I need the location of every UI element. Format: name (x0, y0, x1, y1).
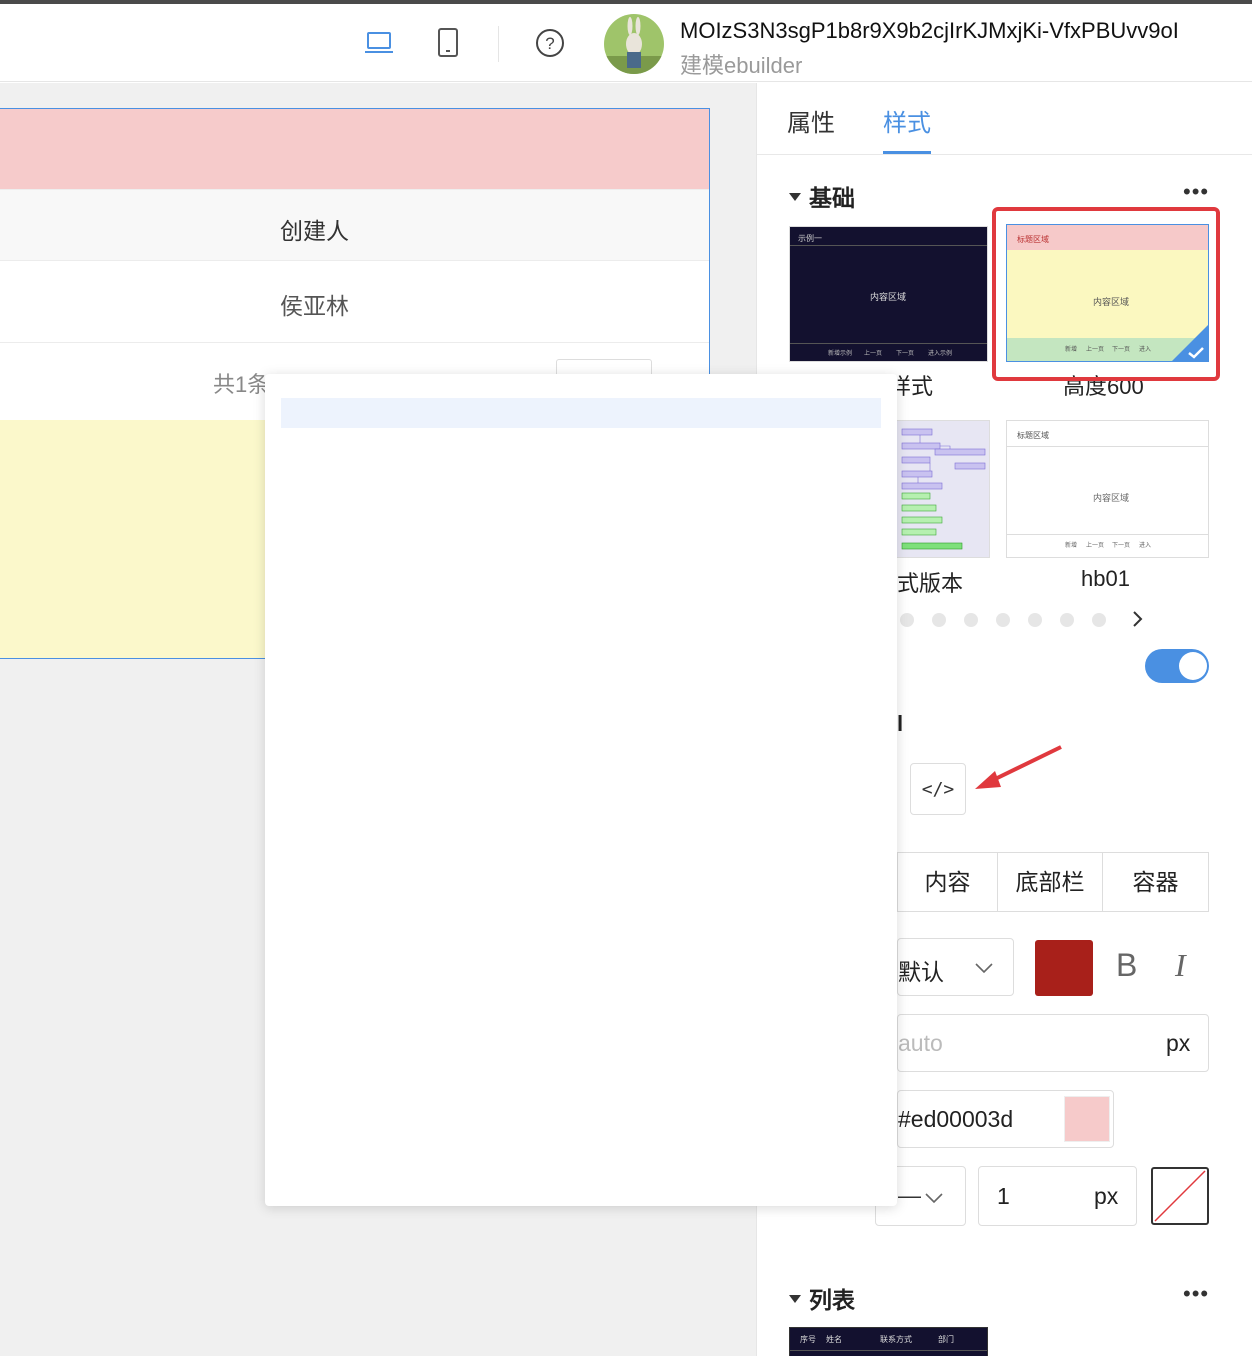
chevron-right-icon[interactable] (1130, 609, 1144, 629)
active-tab-indicator (883, 151, 931, 154)
template-flow-label: 式版本 (897, 571, 964, 596)
segment-container[interactable]: 容器 (1102, 853, 1208, 911)
template-dark-footer-item: 下一页 (896, 351, 915, 357)
template-hb01-header: 标题区域 (1017, 431, 1049, 440)
mobile-preview-icon[interactable] (431, 26, 465, 60)
border-width-unit: px (1094, 1183, 1119, 1209)
style-target-segments: 内容 底部栏 容器 (897, 852, 1209, 912)
no-color-icon (1154, 1170, 1206, 1222)
template-dark-divider (790, 245, 987, 246)
height-input[interactable]: auto px (897, 1014, 1209, 1072)
list-preview-header: 姓名 (826, 1335, 842, 1344)
border-color-swatch[interactable] (1151, 1167, 1209, 1225)
font-family-value: 默认 (898, 959, 944, 985)
carousel-dot[interactable] (932, 613, 946, 627)
height-unit: px (1166, 1030, 1191, 1056)
segment-content[interactable]: 内容 (898, 853, 997, 911)
font-color-swatch[interactable] (1035, 940, 1093, 996)
chevron-down-icon (925, 1193, 943, 1204)
background-color-value: #ed00003d (898, 1106, 1014, 1132)
carousel-dot[interactable] (1060, 613, 1074, 627)
tab-style[interactable]: 样式 (883, 103, 931, 138)
annotation-highlight-box (992, 207, 1220, 381)
list-preview-divider (790, 1350, 987, 1351)
caret-down-icon (789, 192, 801, 201)
panel-tabs: 属性 样式 (757, 83, 1252, 155)
border-width-value: 1 (997, 1183, 1010, 1209)
section-basic[interactable]: 基础 (789, 179, 855, 213)
section-list-label: 列表 (809, 1287, 855, 1313)
template-hb01-footer-item: 上一页 (1086, 543, 1105, 549)
font-family-select[interactable]: 默认 (897, 938, 1014, 996)
template-hb01-footer-item: 新增 (1065, 543, 1078, 549)
border-style-value: — (898, 1182, 921, 1208)
italic-button[interactable]: I (1175, 947, 1186, 984)
section-list[interactable]: 列表 (789, 1281, 855, 1315)
bold-button[interactable]: B (1116, 947, 1137, 984)
list-template-preview[interactable]: 序号 姓名 联系方式 部门 (789, 1327, 988, 1356)
template-hb01-footer-divider (1007, 534, 1208, 535)
template-hb01[interactable]: 标题区域 内容区域 新增 上一页 下一页 进入 (1006, 420, 1209, 558)
template-dark-footer-divider (790, 343, 987, 344)
user-subtitle: 建模ebuilder (680, 53, 803, 78)
background-color-swatch[interactable] (1064, 1096, 1110, 1142)
user-name: MOIzS3N3sgP1b8r9X9b2cjIrKJMxjKi-VfxPBUvv… (680, 18, 1179, 43)
list-preview-header: 部门 (938, 1335, 954, 1344)
caret-down-icon (789, 1294, 801, 1303)
template-hb01-divider (1007, 446, 1208, 447)
template-hb01-footer-item: 下一页 (1112, 543, 1131, 549)
template-dark[interactable]: 示例一 内容区域 新增示例 上一页 下一页 进入示例 (789, 226, 988, 362)
list-preview-header: 联系方式 (880, 1335, 912, 1344)
toolbar-divider (498, 26, 499, 62)
code-icon: </> (921, 778, 955, 800)
carousel-dot[interactable] (1028, 613, 1042, 627)
border-width-input[interactable]: 1 px (978, 1166, 1137, 1226)
more-horizontal-icon[interactable]: ••• (1183, 1281, 1209, 1307)
column-header-creator: 创建人 (280, 218, 349, 244)
tab-properties[interactable]: 属性 (787, 103, 835, 138)
chevron-down-icon (975, 963, 993, 974)
segment-footer[interactable]: 底部栏 (997, 853, 1102, 911)
template-dark-content: 内容区域 (870, 292, 907, 302)
enable-toggle[interactable] (1145, 649, 1209, 683)
table-row[interactable]: 侯亚林 (0, 261, 709, 343)
svg-text:?: ? (545, 34, 554, 53)
list-preview-header: 序号 (800, 1335, 816, 1344)
template-hb01-label: hb01 (1081, 566, 1130, 591)
section-basic-label: 基础 (809, 185, 855, 211)
carousel-dot[interactable] (1092, 613, 1106, 627)
pager-total: 共1条 (213, 372, 270, 397)
carousel-dot[interactable] (996, 613, 1010, 627)
toggle-knob (1179, 652, 1207, 680)
height-value: auto (898, 1030, 943, 1056)
template-dark-header: 示例一 (798, 234, 822, 243)
carousel-dot[interactable] (964, 613, 978, 627)
top-bar: ? MOIzS3N3sgP1b8r9X9b2cjIrKJMxjKi-VfxPBU… (0, 4, 1252, 82)
background-color-input[interactable]: #ed00003d (897, 1090, 1114, 1148)
dropdown-popup (265, 374, 897, 1206)
title-area (0, 109, 709, 190)
cell-creator: 侯亚林 (280, 293, 349, 319)
help-icon[interactable]: ? (533, 26, 567, 60)
template-dark-footer-item: 新增示例 (828, 351, 853, 357)
template-hb01-content: 内容区域 (1093, 493, 1130, 503)
template-hb01-footer-item: 进入 (1139, 543, 1152, 549)
table-header-row: 创建人 (0, 190, 709, 261)
template-dark-footer-item: 进入示例 (928, 351, 953, 357)
annotation-arrow-icon (975, 745, 1062, 789)
more-horizontal-icon[interactable]: ••• (1183, 179, 1209, 205)
dropdown-option-highlighted[interactable] (281, 398, 881, 428)
code-editor-button[interactable]: </> (910, 763, 966, 815)
desktop-preview-icon[interactable] (362, 26, 396, 60)
avatar[interactable] (604, 14, 664, 74)
template-dark-footer-item: 上一页 (864, 351, 883, 357)
partial-label: l (897, 711, 904, 736)
carousel-dot[interactable] (900, 613, 914, 627)
